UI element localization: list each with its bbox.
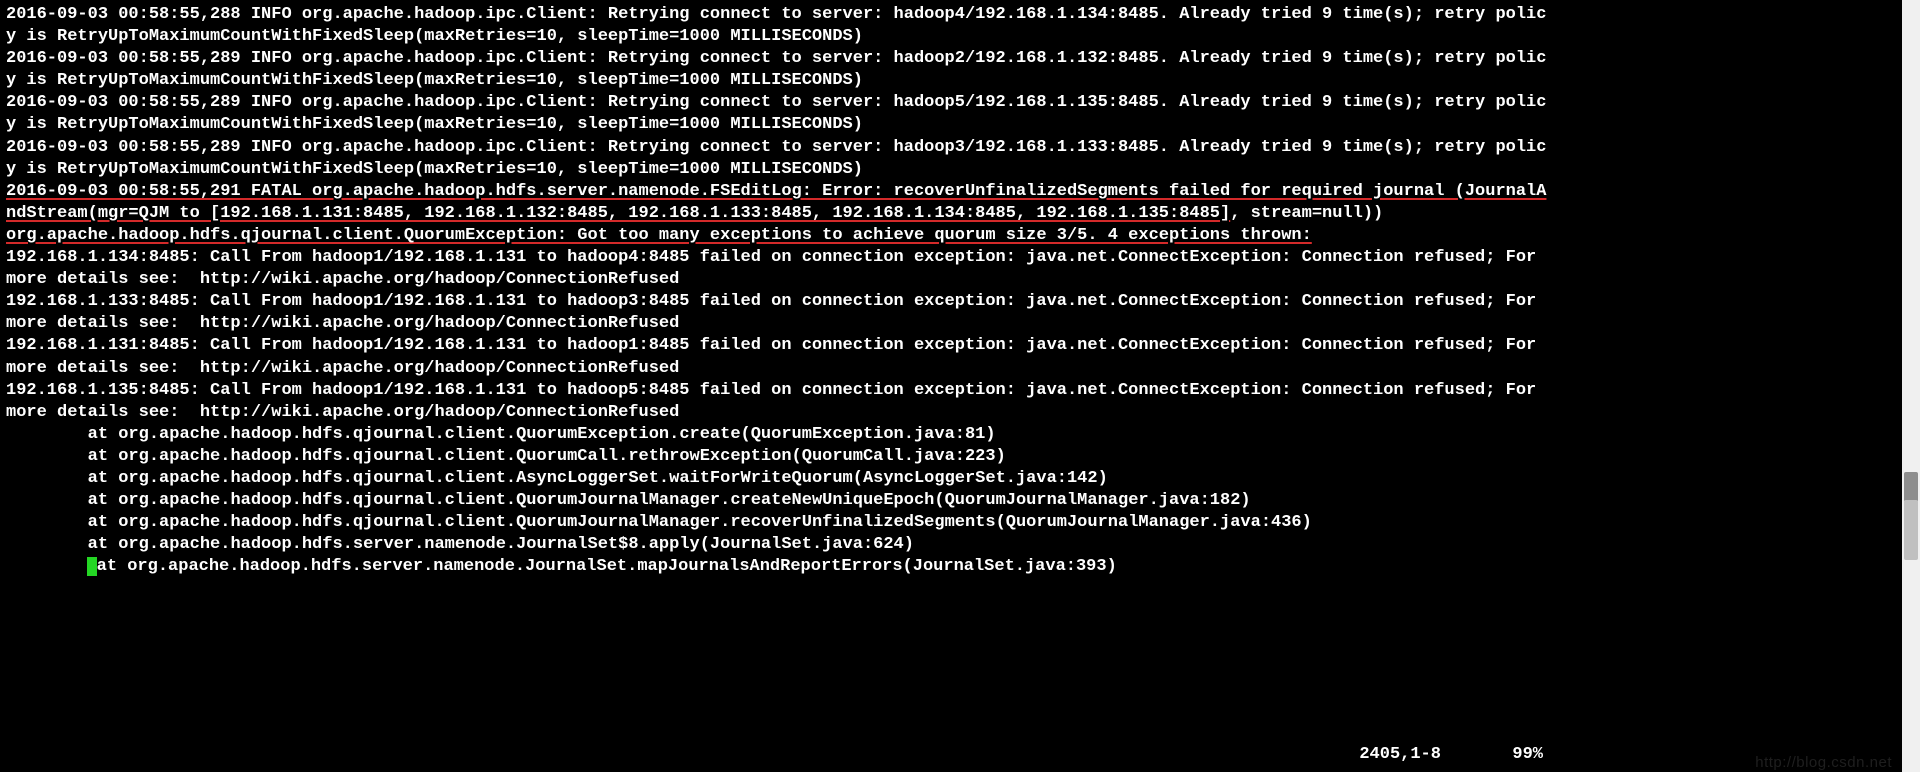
cursor-position: 2405,1-8	[1359, 745, 1441, 764]
log-line-info: 2016-09-03 00:58:55,289 INFO org.apache.…	[6, 48, 1549, 92]
log-line-quorum-exception: org.apache.hadoop.hdfs.qjournal.client.Q…	[6, 225, 1549, 247]
watermark-text: http://blog.csdn.net	[1755, 753, 1892, 772]
log-line-stacktrace: at org.apache.hadoop.hdfs.qjournal.clien…	[6, 468, 1549, 490]
vertical-scrollbar[interactable]	[1902, 0, 1920, 772]
terminal-cursor	[87, 557, 97, 576]
fatal-tail: , stream=null))	[1230, 204, 1383, 223]
scrollbar-track-segment[interactable]	[1904, 500, 1918, 560]
log-line-info: 2016-09-03 00:58:55,288 INFO org.apache.…	[6, 4, 1549, 48]
log-line-info: 2016-09-03 00:58:55,289 INFO org.apache.…	[6, 92, 1549, 136]
log-line-connect-exception: 192.168.1.133:8485: Call From hadoop1/19…	[6, 291, 1549, 335]
vim-status-bar: 2405,1-8 99%	[1359, 744, 1543, 766]
stacktrace-indent	[6, 556, 88, 578]
log-line-stacktrace: at org.apache.hadoop.hdfs.qjournal.clien…	[6, 490, 1549, 512]
log-line-fatal: 2016-09-03 00:58:55,291 FATAL org.apache…	[6, 181, 1549, 225]
log-line-stacktrace: at org.apache.hadoop.hdfs.qjournal.clien…	[6, 424, 1549, 446]
log-line-stacktrace: at org.apache.hadoop.hdfs.server.namenod…	[6, 534, 1549, 556]
log-line-connect-exception: 192.168.1.131:8485: Call From hadoop1/19…	[6, 335, 1549, 379]
log-line-stacktrace-current: at org.apache.hadoop.hdfs.server.namenod…	[6, 556, 1549, 578]
log-line-stacktrace: at org.apache.hadoop.hdfs.qjournal.clien…	[6, 446, 1549, 468]
terminal-output[interactable]: 2016-09-03 00:58:55,288 INFO org.apache.…	[0, 0, 1555, 772]
scrollbar-thumb[interactable]	[1904, 472, 1918, 502]
stacktrace-text: at org.apache.hadoop.hdfs.server.namenod…	[97, 557, 1117, 576]
log-line-connect-exception: 192.168.1.135:8485: Call From hadoop1/19…	[6, 380, 1549, 424]
quorum-underlined: org.apache.hadoop.hdfs.qjournal.client.Q…	[6, 226, 1312, 245]
log-line-connect-exception: 192.168.1.134:8485: Call From hadoop1/19…	[6, 247, 1549, 291]
log-line-stacktrace: at org.apache.hadoop.hdfs.qjournal.clien…	[6, 512, 1549, 534]
log-line-info: 2016-09-03 00:58:55,289 INFO org.apache.…	[6, 137, 1549, 181]
scroll-percent: 99%	[1512, 745, 1543, 764]
